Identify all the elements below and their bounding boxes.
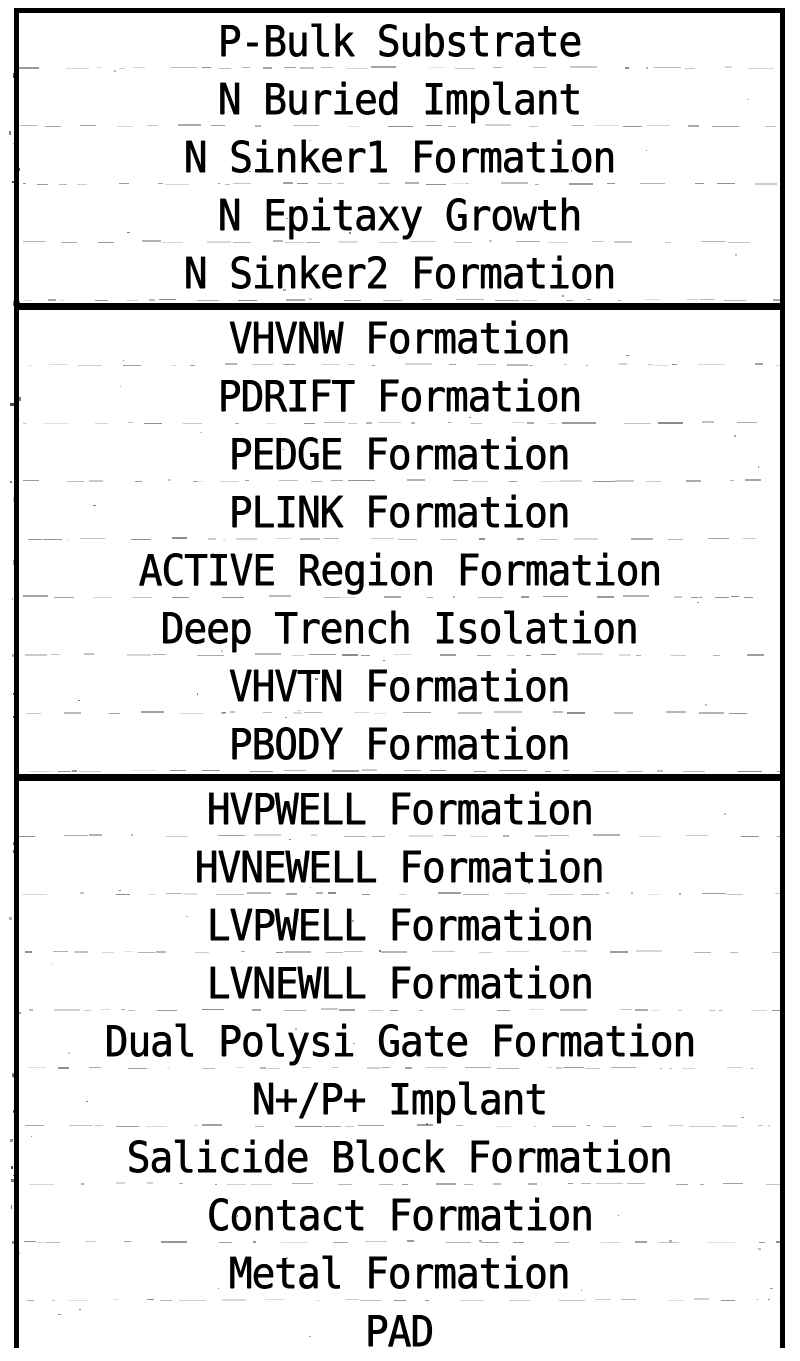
process-step-label: Deep Trench Isolation — [161, 604, 639, 654]
process-step-label: Metal Formation — [229, 1249, 571, 1299]
process-step-label: N Buried Implant — [217, 75, 583, 125]
process-section-well-drift-and-isolation: VHVNW Formation PDRIFT Formation PEDGE For… — [19, 303, 780, 774]
process-section-device-and-interconnect: HVPWELL Formation HVNEWELL Formation LVPWE… — [19, 774, 780, 1361]
process-step-label: VHVNW Formation — [229, 314, 571, 364]
process-step-label: ACTIVE Region Formation — [138, 546, 662, 596]
process-step-row[interactable]: PBODY Formation — [19, 716, 780, 774]
process-step-label: PAD — [365, 1307, 434, 1357]
process-step-row[interactable]: LVNEWLL Formation — [19, 955, 780, 1013]
process-step-label: HVPWELL Formation — [206, 785, 593, 835]
process-step-label: N Sinker1 Formation — [183, 133, 617, 183]
process-step-row[interactable]: HVPWELL Formation — [19, 781, 780, 839]
process-step-row[interactable]: VHVNW Formation — [19, 310, 780, 368]
process-step-label: LVNEWLL Formation — [206, 959, 593, 1009]
process-step-label: PEDGE Formation — [229, 430, 571, 480]
process-step-label: P-Bulk Substrate — [217, 17, 583, 67]
process-step-row[interactable]: Metal Formation — [19, 1245, 780, 1303]
process-step-row[interactable]: N+/P+ Implant — [19, 1071, 780, 1129]
process-step-row[interactable]: PDRIFT Formation — [19, 368, 780, 426]
process-step-row[interactable]: N Epitaxy Growth — [19, 187, 780, 245]
process-step-label: N Sinker2 Formation — [183, 249, 617, 299]
process-step-label: HVNEWELL Formation — [195, 843, 605, 893]
process-step-label: N Epitaxy Growth — [217, 191, 583, 241]
process-step-label: LVPWELL Formation — [206, 901, 593, 951]
process-step-row[interactable]: P-Bulk Substrate — [19, 13, 780, 71]
process-step-row[interactable]: N Sinker1 Formation — [19, 129, 780, 187]
process-step-row[interactable]: HVNEWELL Formation — [19, 839, 780, 897]
process-step-label: Dual Polysi Gate Formation — [104, 1017, 696, 1067]
process-flow-diagram: P-Bulk Substrate N Buried Implant N Sinker… — [9, 8, 785, 1361]
process-step-row[interactable]: VHVTN Formation — [19, 658, 780, 716]
process-step-row[interactable]: ACTIVE Region Formation — [19, 542, 780, 600]
process-step-label: Salicide Block Formation — [126, 1133, 673, 1183]
process-section-substrate-and-epitaxy: P-Bulk Substrate N Buried Implant N Sinker… — [19, 13, 780, 303]
process-step-label: PLINK Formation — [229, 488, 571, 538]
process-step-row[interactable]: PLINK Formation — [19, 484, 780, 542]
process-step-row[interactable]: Deep Trench Isolation — [19, 600, 780, 658]
process-step-row[interactable]: N Buried Implant — [19, 71, 780, 129]
process-step-label: PDRIFT Formation — [217, 372, 583, 422]
process-step-row[interactable]: PEDGE Formation — [19, 426, 780, 484]
process-step-label: PBODY Formation — [229, 720, 571, 770]
process-step-row[interactable]: LVPWELL Formation — [19, 897, 780, 955]
process-step-label: VHVTN Formation — [229, 662, 571, 712]
process-step-label: N+/P+ Implant — [251, 1075, 548, 1125]
process-step-label: Contact Formation — [206, 1191, 593, 1241]
process-step-row[interactable]: Dual Polysi Gate Formation — [19, 1013, 780, 1071]
process-step-row[interactable]: Contact Formation — [19, 1187, 780, 1245]
process-step-row[interactable]: N Sinker2 Formation — [19, 245, 780, 303]
process-step-row[interactable]: Salicide Block Formation — [19, 1129, 780, 1187]
process-step-row[interactable]: PAD — [19, 1303, 780, 1361]
